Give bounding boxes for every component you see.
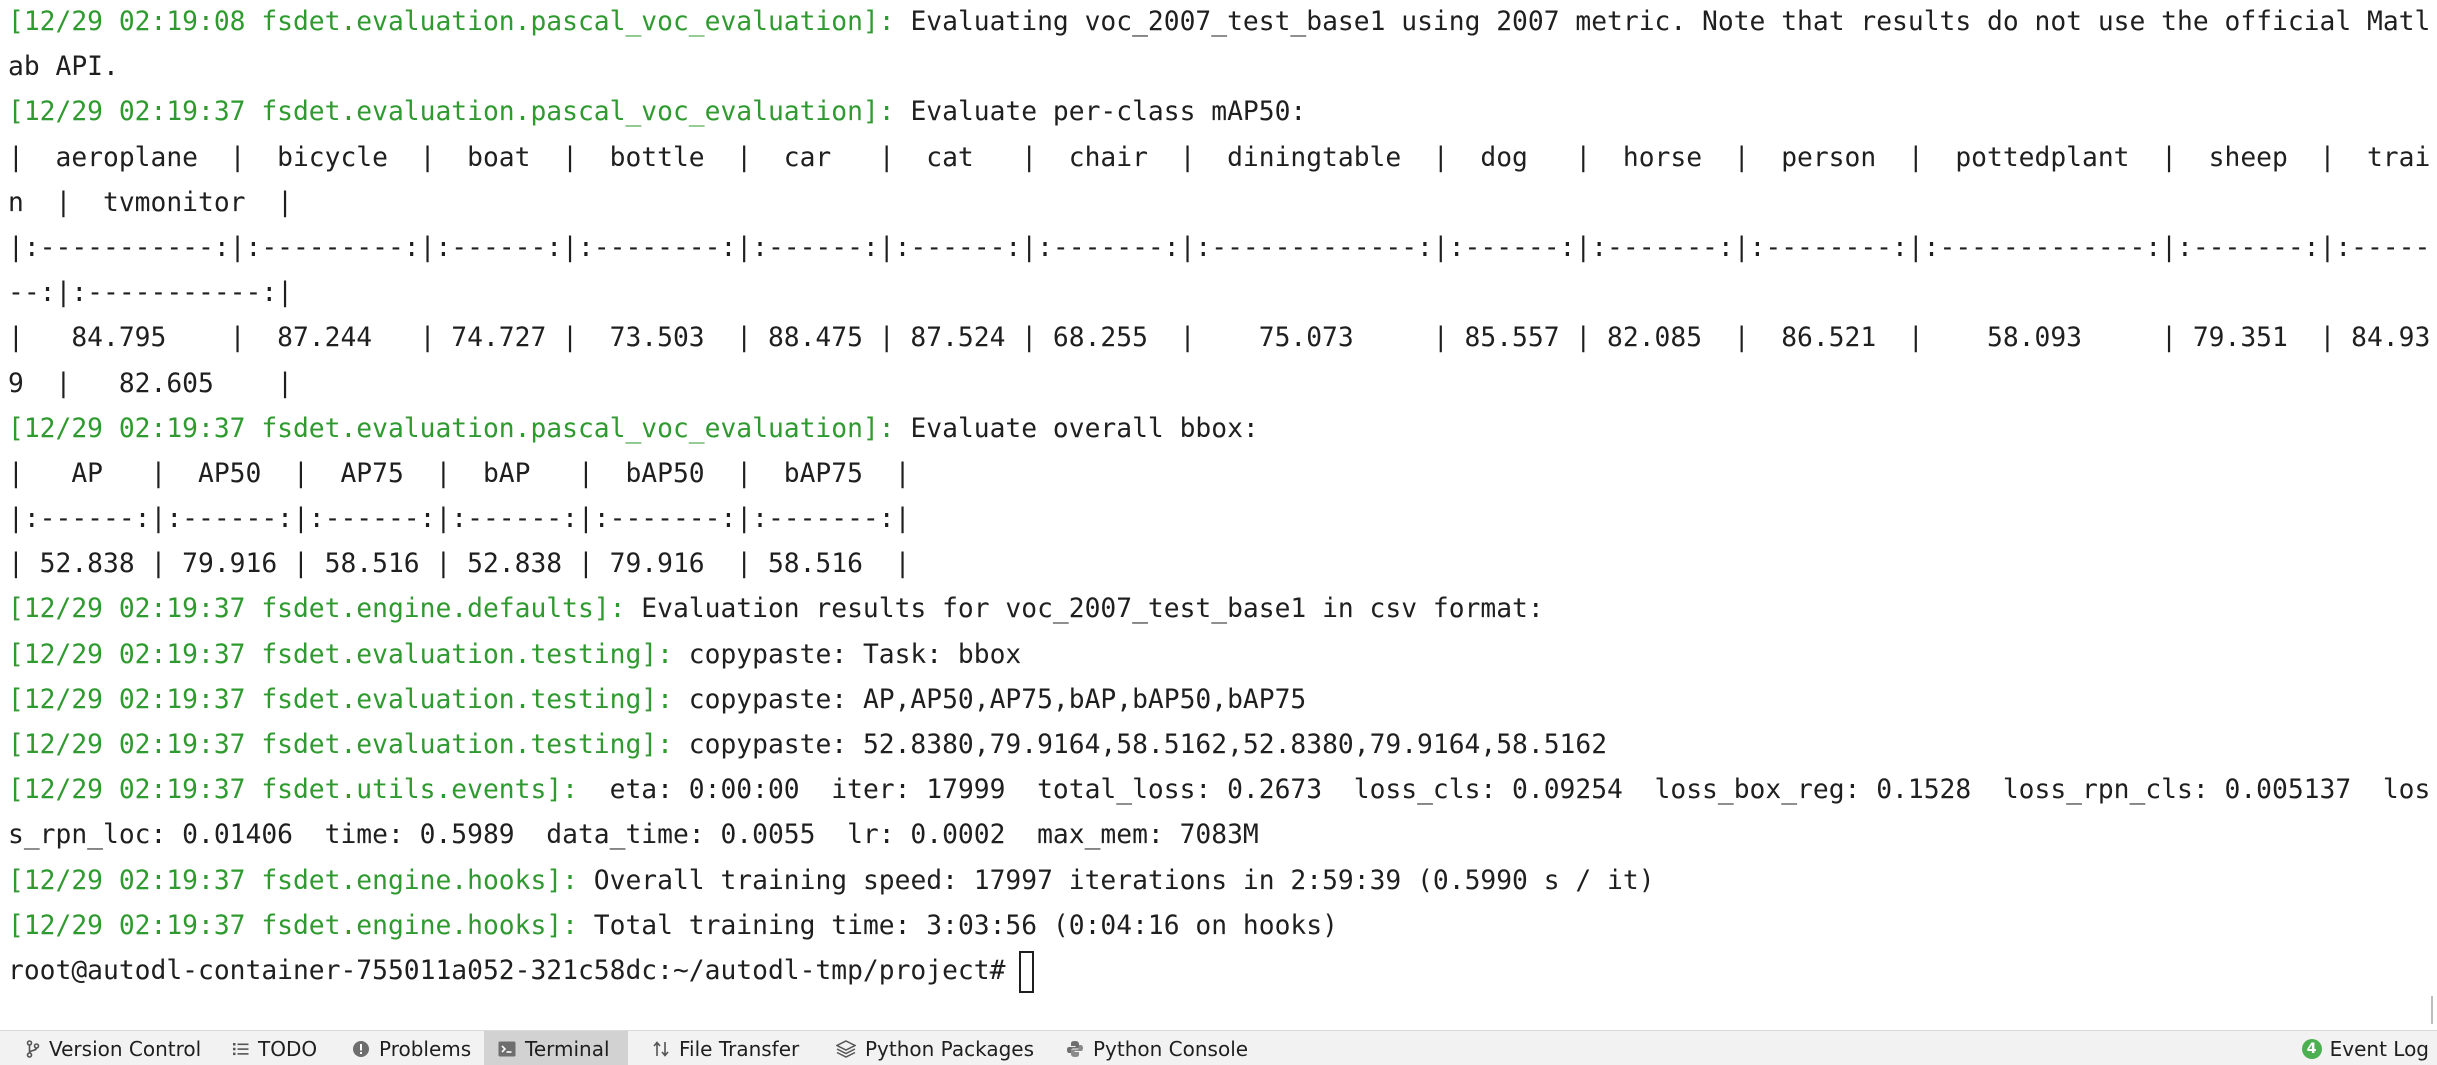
tab-problems[interactable]: Problems	[338, 1031, 485, 1065]
log-message: | AP | AP50 | AP75 | bAP | bAP50 | bAP75…	[8, 458, 911, 489]
event-count-badge: 4	[2301, 1038, 2322, 1059]
tab-python-console[interactable]: Python Console	[1052, 1031, 1262, 1065]
terminal-line: | 84.795 | 87.244 | 74.727 | 73.503 | 88…	[8, 316, 2437, 361]
terminal-line: [12/29 02:19:37 fsdet.utils.events]: eta…	[8, 768, 2437, 813]
layers-icon	[836, 1039, 856, 1058]
terminal-panel[interactable]: [12/29 02:19:08 fsdet.evaluation.pascal_…	[0, 0, 2437, 1030]
log-message: copypaste: Task: bbox	[672, 639, 1022, 670]
python-icon	[1067, 1040, 1083, 1057]
shell-prompt: root@autodl-container-755011a052-321c58d…	[8, 955, 1006, 986]
tab-python-packages[interactable]: Python Packages	[822, 1031, 1048, 1065]
event-log-label: Event Log	[2329, 1036, 2429, 1061]
alert-icon	[353, 1040, 369, 1057]
log-prefix: [12/29 02:19:37 fsdet.engine.hooks]:	[8, 865, 578, 896]
log-message: --:|:-----------:|	[8, 278, 293, 309]
tab-label: Version Control	[49, 1036, 202, 1061]
log-message: eta: 0:00:00 iter: 17999 total_loss: 0.2…	[577, 775, 2431, 806]
terminal-line: [12/29 02:19:37 fsdet.evaluation.pascal_…	[8, 90, 2437, 135]
tab-label: Problems	[379, 1036, 472, 1061]
terminal-line: [12/29 02:19:37 fsdet.evaluation.pascal_…	[8, 407, 2437, 452]
log-prefix: [12/29 02:19:37 fsdet.evaluation.testing…	[8, 730, 673, 760]
log-prefix: [12/29 02:19:37 fsdet.evaluation.testing…	[8, 639, 673, 670]
terminal-line: |:-----------:|:---------:|:------:|:---…	[8, 226, 2437, 271]
terminal-icon	[498, 1041, 516, 1056]
terminal-line: [12/29 02:19:37 fsdet.engine.defaults]: …	[8, 587, 2437, 632]
log-message: Overall training speed: 17997 iterations…	[577, 865, 1655, 896]
tool-window-bar: Version Control TODO Problems Terminal F…	[0, 1030, 2437, 1065]
scroll-marker	[2431, 996, 2433, 1024]
tab-label: File Transfer	[679, 1036, 800, 1061]
log-prefix: [12/29 02:19:37 fsdet.evaluation.pascal_…	[8, 413, 895, 444]
log-message: copypaste: AP,AP50,AP75,bAP,bAP50,bAP75	[672, 684, 1307, 715]
terminal-line: [12/29 02:19:37 fsdet.engine.hooks]: Ove…	[8, 859, 2437, 904]
log-message: Evaluating voc_2007_test_base1 using 200…	[894, 7, 2431, 37]
log-prefix: [12/29 02:19:08 fsdet.evaluation.pascal_…	[8, 7, 895, 37]
log-message: | aeroplane | bicycle | boat | bottle | …	[8, 142, 2431, 173]
log-message: | 52.838 | 79.916 | 58.516 | 52.838 | 79…	[8, 549, 911, 580]
log-message: n | tvmonitor |	[8, 187, 293, 218]
terminal-line: ab API.	[8, 45, 2437, 90]
log-message: s_rpn_loc: 0.01406 time: 0.5989 data_tim…	[8, 820, 1259, 851]
terminal-line: |:------:|:------:|:------:|:------:|:--…	[8, 497, 2437, 542]
tab-todo[interactable]: TODO	[219, 1031, 331, 1065]
terminal-line: | 52.838 | 79.916 | 58.516 | 52.838 | 79…	[8, 542, 2437, 587]
list-icon	[233, 1042, 249, 1055]
log-message: Evaluate per-class mAP50:	[894, 97, 1307, 128]
terminal-line: [12/29 02:19:37 fsdet.evaluation.testing…	[8, 678, 2437, 723]
branch-icon	[26, 1039, 40, 1058]
tab-label: Python Packages	[865, 1036, 1035, 1061]
log-message: |:-----------:|:---------:|:------:|:---…	[8, 232, 2431, 263]
terminal-line: 9 | 82.605 |	[8, 362, 2437, 407]
terminal-output: [12/29 02:19:08 fsdet.evaluation.pascal_…	[8, 0, 2437, 949]
terminal-line: --:|:-----------:|	[8, 271, 2437, 316]
tab-label: TODO	[258, 1036, 318, 1061]
terminal-line: [12/29 02:19:08 fsdet.evaluation.pascal_…	[8, 0, 2437, 45]
terminal-line: | aeroplane | bicycle | boat | bottle | …	[8, 136, 2437, 181]
log-message: Total training time: 3:03:56 (0:04:16 on…	[577, 910, 1338, 941]
log-message: Evaluate overall bbox:	[894, 413, 1259, 444]
log-prefix: [12/29 02:19:37 fsdet.engine.defaults]:	[8, 594, 626, 625]
log-message: |:------:|:------:|:------:|:------:|:--…	[8, 504, 911, 535]
terminal-line: n | tvmonitor |	[8, 181, 2437, 226]
log-message: 9 | 82.605 |	[8, 368, 293, 399]
log-prefix: [12/29 02:19:37 fsdet.engine.hooks]:	[8, 910, 578, 941]
log-prefix: [12/29 02:19:37 fsdet.evaluation.testing…	[8, 684, 673, 715]
tab-label: Python Console	[1093, 1036, 1249, 1061]
tab-terminal[interactable]: Terminal	[484, 1031, 628, 1065]
log-message: ab API.	[8, 52, 119, 83]
terminal-line: [12/29 02:19:37 fsdet.evaluation.testing…	[8, 633, 2437, 678]
log-message: Evaluation results for voc_2007_test_bas…	[625, 594, 1544, 625]
tab-label: Terminal	[525, 1036, 610, 1061]
terminal-cursor[interactable]	[1019, 950, 1035, 993]
log-message: copypaste: 52.8380,79.9164,58.5162,52.83…	[672, 730, 1608, 760]
event-log-button[interactable]: 4 Event Log	[2301, 1031, 2429, 1065]
terminal-line: s_rpn_loc: 0.01406 time: 0.5989 data_tim…	[8, 813, 2437, 858]
log-prefix: [12/29 02:19:37 fsdet.evaluation.pascal_…	[8, 97, 895, 128]
transfer-icon	[653, 1040, 669, 1057]
tab-file-transfer[interactable]: File Transfer	[638, 1031, 813, 1065]
terminal-line: | AP | AP50 | AP75 | bAP | bAP50 | bAP75…	[8, 452, 2437, 497]
terminal-line: [12/29 02:19:37 fsdet.engine.hooks]: Tot…	[8, 904, 2437, 949]
log-prefix: [12/29 02:19:37 fsdet.utils.events]:	[8, 775, 578, 806]
terminal-prompt-line[interactable]: root@autodl-container-755011a052-321c58d…	[8, 949, 2437, 994]
tab-version-control[interactable]: Version Control	[12, 1031, 215, 1065]
log-message: | 84.795 | 87.244 | 74.727 | 73.503 | 88…	[8, 323, 2431, 354]
terminal-line: [12/29 02:19:37 fsdet.evaluation.testing…	[8, 723, 2437, 768]
